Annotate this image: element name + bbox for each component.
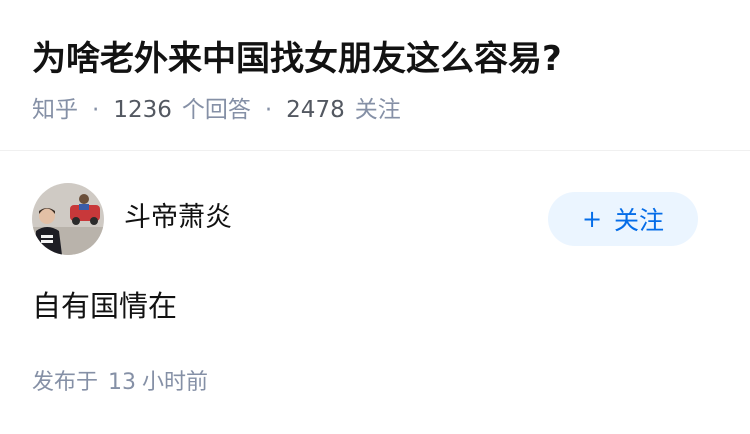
source-label: 知乎 [32, 97, 78, 123]
answer-count-label: 个回答 [181, 97, 251, 123]
follower-count-label: 关注 [354, 97, 401, 123]
time-value: 13 [108, 370, 137, 395]
avatar[interactable] [32, 183, 104, 255]
meta-separator: · [92, 97, 100, 123]
meta-separator: · [264, 97, 273, 123]
avatar-image [32, 183, 104, 255]
follow-button-label: 关注 [614, 206, 665, 235]
answer-count: 1236 [113, 97, 172, 123]
follow-button[interactable]: + 关注 [548, 192, 698, 246]
question-header: 为啥老外来中国找女朋友这么容易? 知乎 · 1236 个回答 · 2478 关注 [0, 0, 750, 151]
follower-count: 2478 [286, 97, 345, 123]
plus-icon: + [581, 205, 603, 233]
answer-time: 发布于 13 小时前 [32, 367, 208, 399]
time-prefix: 发布于 [32, 370, 99, 395]
author-name[interactable]: 斗帝萧炎 [124, 198, 232, 238]
question-meta: 知乎 · 1236 个回答 · 2478 关注 [32, 94, 401, 126]
time-suffix: 小时前 [142, 370, 209, 395]
question-title[interactable]: 为啥老外来中国找女朋友这么容易? [32, 36, 562, 82]
answer-content[interactable]: 自有国情在 [32, 285, 177, 327]
